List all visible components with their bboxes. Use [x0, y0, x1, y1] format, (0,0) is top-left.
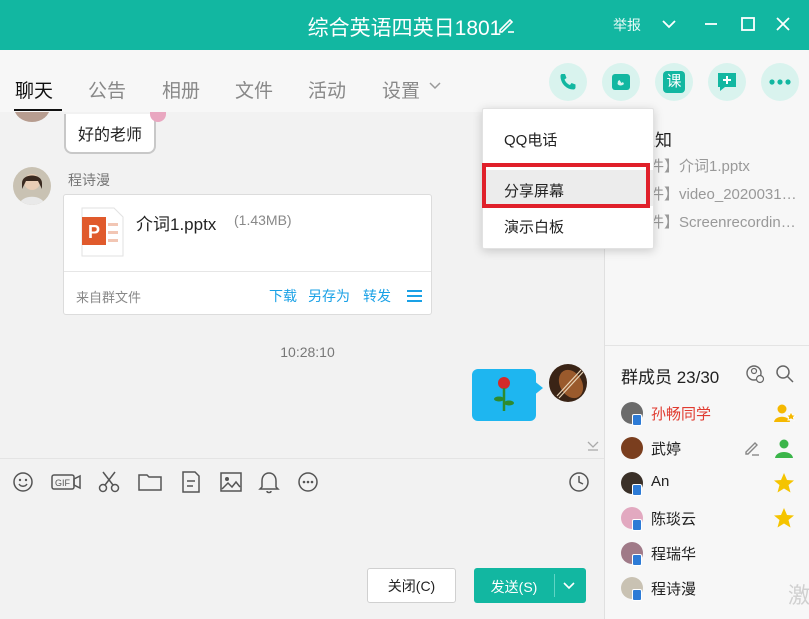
- tab-files[interactable]: 文件: [235, 76, 273, 103]
- search-icon[interactable]: [775, 364, 795, 384]
- scissors-icon[interactable]: [96, 469, 122, 495]
- member-name: 程瑞华: [651, 546, 697, 563]
- close-button[interactable]: 关闭(C): [367, 568, 456, 603]
- divider: [554, 574, 555, 597]
- report-link[interactable]: 举报: [613, 15, 641, 35]
- file-name[interactable]: 介词1.pptx: [136, 210, 216, 235]
- window-title: 综合英语四英日1801: [307, 17, 502, 40]
- download-link[interactable]: 下载: [269, 286, 297, 306]
- minimize-icon[interactable]: [700, 13, 722, 35]
- tab-settings[interactable]: 设置: [382, 76, 420, 103]
- member-name: 陈琰云: [651, 511, 697, 528]
- rose-icon: [494, 377, 514, 411]
- owner-icon: [774, 404, 796, 422]
- device-badge-icon: [632, 484, 642, 496]
- plus-message-icon: [718, 73, 736, 91]
- chevron-down-icon[interactable]: [428, 80, 442, 92]
- send-label[interactable]: 发送(S): [474, 577, 554, 597]
- file-size: (1.43MB): [234, 212, 292, 228]
- image-icon[interactable]: [218, 469, 244, 495]
- more-icon: [769, 79, 791, 85]
- more-button[interactable]: [761, 63, 799, 101]
- add-app-button[interactable]: [708, 63, 746, 101]
- device-badge-icon: [632, 414, 642, 426]
- tab-bar: 聊天 公告 相册 文件 活动 设置 课: [0, 50, 809, 112]
- tab-announcement[interactable]: 公告: [88, 76, 126, 103]
- video-icon: [612, 74, 630, 90]
- tab-album[interactable]: 相册: [162, 76, 200, 103]
- avatar[interactable]: [14, 112, 50, 122]
- bell-icon[interactable]: [256, 469, 282, 495]
- message-input-area[interactable]: GIF 关闭(C) 发送(S): [0, 458, 604, 619]
- sticker-message[interactable]: [472, 369, 536, 421]
- svg-text:P: P: [88, 222, 100, 242]
- member-name: 孙畅同学: [651, 406, 712, 423]
- chevron-down-icon[interactable]: [562, 580, 576, 592]
- device-badge-icon: [632, 554, 642, 566]
- avatar: [621, 437, 643, 459]
- chevron-down-icon[interactable]: [658, 13, 680, 35]
- avatar[interactable]: [13, 167, 51, 205]
- divider: [64, 271, 431, 272]
- device-badge-icon: [632, 589, 642, 601]
- emoji-icon[interactable]: [10, 469, 36, 495]
- edit-title-icon[interactable]: [497, 15, 517, 35]
- tab-chat[interactable]: 聊天: [15, 76, 53, 103]
- avatar[interactable]: [549, 364, 587, 402]
- collapse-icon[interactable]: [586, 440, 600, 452]
- watermark-text: 激: [788, 583, 809, 608]
- member-name: 武婷: [651, 441, 682, 458]
- powerpoint-file-icon: P: [81, 207, 124, 257]
- member-name: An: [651, 473, 670, 490]
- video-call-button[interactable]: [602, 63, 640, 101]
- send-button[interactable]: 发送(S): [474, 568, 586, 603]
- edit-icon[interactable]: [743, 439, 761, 457]
- device-badge-icon: [632, 519, 642, 531]
- folder-icon[interactable]: [137, 469, 163, 495]
- phone-icon: [560, 74, 576, 90]
- member-row[interactable]: 程诗漫: [605, 571, 809, 605]
- file-source-label: 来自群文件: [76, 290, 142, 305]
- member-row[interactable]: 武婷: [605, 431, 809, 465]
- more-icon[interactable]: [295, 469, 321, 495]
- divider: [605, 345, 809, 346]
- emoji-decoration: [150, 112, 166, 122]
- maximize-icon[interactable]: [737, 13, 759, 35]
- admin-icon: [775, 439, 793, 458]
- member-settings-icon[interactable]: [745, 364, 765, 384]
- save-as-link[interactable]: 另存为: [308, 286, 350, 306]
- course-button[interactable]: 课: [655, 63, 693, 101]
- member-row[interactable]: 陈琰云: [605, 501, 809, 535]
- tab-activities[interactable]: 活动: [308, 76, 346, 103]
- member-name: 程诗漫: [651, 581, 697, 598]
- active-tab-indicator: [14, 109, 62, 111]
- close-icon[interactable]: [772, 13, 794, 35]
- clock-icon[interactable]: [566, 469, 592, 495]
- course-icon: 课: [663, 71, 685, 93]
- svg-text:GIF: GIF: [55, 478, 71, 488]
- sender-name: 程诗漫: [68, 172, 110, 188]
- members-title: 群成员 23/30: [621, 368, 720, 387]
- star-icon: [774, 508, 794, 528]
- member-row[interactable]: 孙畅同学: [605, 396, 809, 430]
- title-bar: 综合英语四英日1801 举报: [0, 0, 809, 50]
- menu-item-whiteboard[interactable]: 演示白板: [483, 206, 653, 242]
- bubble-tail: [533, 380, 543, 396]
- member-row[interactable]: An: [605, 466, 809, 500]
- gif-icon[interactable]: GIF: [50, 469, 82, 495]
- message-timestamp: 10:28:10: [280, 344, 335, 360]
- file-message-card[interactable]: P 介词1.pptx (1.43MB) 来自群文件 下载 另存为 转发: [63, 194, 432, 315]
- highlight-box: [482, 163, 650, 208]
- document-edit-icon[interactable]: [178, 469, 204, 495]
- member-row[interactable]: 程瑞华: [605, 536, 809, 570]
- message-bubble[interactable]: 好的老师: [64, 114, 157, 154]
- menu-item-qq-call[interactable]: QQ电话: [483, 119, 653, 155]
- menu-icon[interactable]: [407, 290, 422, 302]
- phone-call-button[interactable]: [549, 63, 587, 101]
- forward-link[interactable]: 转发: [363, 286, 391, 306]
- star-icon: [774, 473, 794, 493]
